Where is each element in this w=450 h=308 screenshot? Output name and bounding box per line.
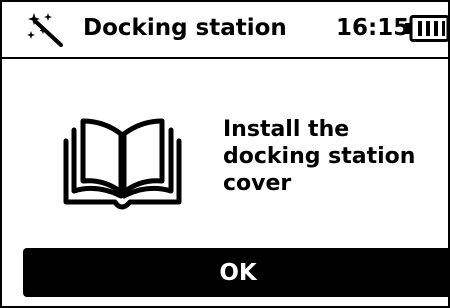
instruction-message: Install the docking station cover: [223, 116, 428, 197]
instruction-line: cover: [223, 171, 292, 196]
magic-wand-icon: [27, 13, 63, 47]
battery-level-bar: [434, 21, 438, 36]
ok-button-label: OK: [219, 259, 257, 286]
instruction-line: Install the: [223, 117, 350, 142]
battery-level-bar: [442, 21, 445, 36]
battery-level-bar: [418, 21, 422, 36]
status-header: Docking station 16:15: [2, 2, 448, 59]
instruction-line: docking station: [223, 144, 416, 169]
battery-level-bar: [426, 21, 430, 36]
battery-icon: [405, 15, 448, 42]
screen-title: Docking station: [83, 15, 287, 41]
open-book-icon: [63, 118, 182, 210]
docking-station-screen: Docking station 16:15 Install the dockin…: [0, 0, 450, 308]
ok-button[interactable]: OK: [23, 248, 448, 297]
clock-time: 16:15: [336, 15, 410, 41]
